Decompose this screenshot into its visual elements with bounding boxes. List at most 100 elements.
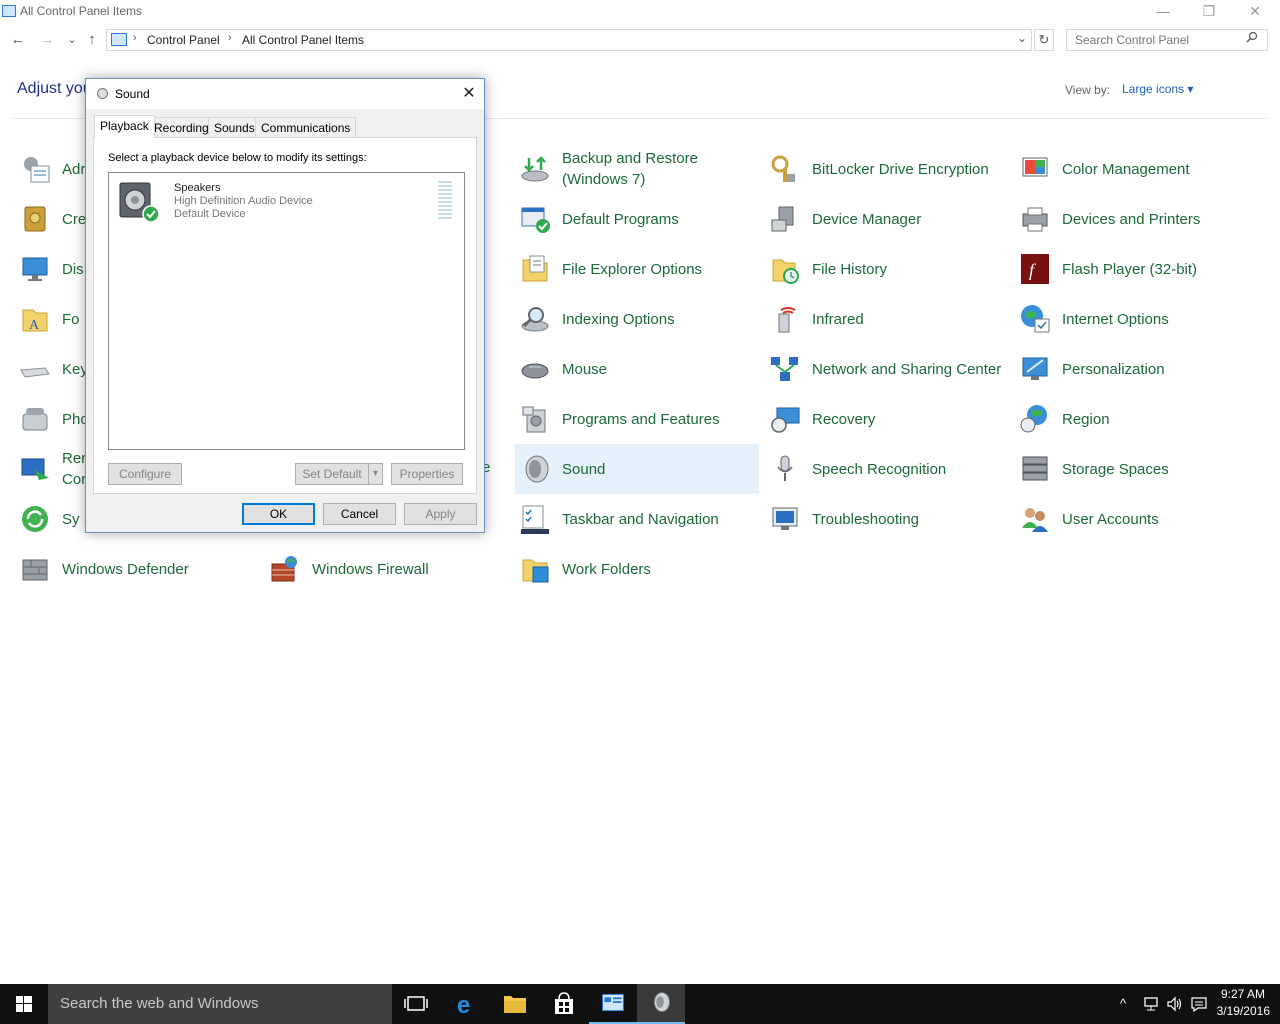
recovery-icon <box>771 407 800 433</box>
cp-item-label: File History <box>812 260 888 278</box>
cp-item-programs-features[interactable]: Programs and Features <box>515 394 759 444</box>
credential-manager-icon <box>24 206 46 232</box>
tab-playback[interactable]: Playback <box>94 115 155 138</box>
control-panel-taskbar-icon[interactable] <box>589 984 637 1024</box>
up-button[interactable]: ↑ <box>82 30 102 50</box>
cp-item-bitlocker[interactable]: BitLocker Drive Encryption <box>765 144 1009 194</box>
tab-sounds[interactable]: Sounds <box>208 117 261 137</box>
volume-level-meter <box>438 181 452 221</box>
apply-button[interactable]: Apply <box>404 503 477 525</box>
flash-player-icon: f <box>1021 254 1049 284</box>
clock-time[interactable]: 9:27 AM <box>1219 987 1265 1001</box>
dialog-close-button[interactable]: ✕ <box>456 82 482 106</box>
device-description: High Definition Audio Device <box>174 195 313 207</box>
refresh-button[interactable]: ↻ <box>1034 29 1054 51</box>
control-panel-icon <box>111 33 127 46</box>
cancel-button[interactable]: Cancel <box>323 503 396 525</box>
cp-item-taskbar-navigation[interactable]: Taskbar and Navigation <box>515 494 759 544</box>
cp-item-indexing-options[interactable]: Indexing Options <box>515 294 759 344</box>
cp-item-label: Infrared <box>812 310 864 328</box>
store-icon[interactable] <box>540 984 588 1024</box>
clock-date[interactable]: 3/19/2016 <box>1212 1004 1270 1018</box>
cp-item-network-sharing[interactable]: Network and Sharing Center <box>765 344 1009 394</box>
breadcrumb-separator[interactable]: › <box>228 32 232 44</box>
address-dropdown-icon[interactable]: ⌄ <box>1017 31 1027 45</box>
ok-button[interactable]: OK <box>242 503 315 525</box>
tab-communications[interactable]: Communications <box>255 117 357 137</box>
set-default-dropdown-icon[interactable]: ▾ <box>368 463 383 485</box>
recent-locations-button[interactable]: ⌄ <box>62 30 82 50</box>
cp-item-internet-options[interactable]: Internet Options <box>1015 294 1259 344</box>
cp-item-user-accounts[interactable]: User Accounts <box>1015 494 1259 544</box>
cp-item-infrared[interactable]: Infrared <box>765 294 1009 344</box>
sound-icon <box>97 88 108 99</box>
file-explorer-icon[interactable] <box>491 984 539 1024</box>
region-icon <box>1020 405 1047 433</box>
speakers-icon <box>119 182 160 223</box>
back-button[interactable]: ← <box>8 30 28 50</box>
cp-item-backup-restore[interactable]: Backup and Restore (Windows 7) <box>515 144 759 194</box>
devices-printers-icon <box>1022 207 1048 232</box>
infrared-icon <box>778 307 796 333</box>
sync-center-icon <box>22 506 48 532</box>
cp-item-label: Indexing Options <box>562 310 675 328</box>
start-button-windows-icon[interactable] <box>0 984 48 1024</box>
breadcrumb-control-panel[interactable]: Control Panel <box>147 33 220 47</box>
search-input[interactable] <box>1066 29 1268 51</box>
cp-item-device-manager[interactable]: Device Manager <box>765 194 1009 244</box>
cp-item-file-explorer-options[interactable]: File Explorer Options <box>515 244 759 294</box>
cp-item-default-programs[interactable]: Default Programs <box>515 194 759 244</box>
cp-item-label: Taskbar and Navigation <box>562 510 719 528</box>
cp-item-mouse[interactable]: Mouse <box>515 344 759 394</box>
cp-item-label: Devices and Printers <box>1062 210 1201 228</box>
configure-button[interactable]: Configure <box>108 463 182 485</box>
task-view-icon[interactable] <box>392 984 440 1024</box>
cp-item-windows-firewall[interactable]: Windows Firewall <box>265 544 509 594</box>
cp-item-recovery[interactable]: Recovery <box>765 394 1009 444</box>
cp-item-color-management[interactable]: Color Management <box>1015 144 1259 194</box>
edge-browser-icon[interactable]: e <box>443 984 491 1024</box>
cp-item-flash-player[interactable]: f Flash Player (32-bit) <box>1015 244 1259 294</box>
close-window-button[interactable]: ✕ <box>1232 0 1278 24</box>
search-icon[interactable] <box>1246 31 1258 43</box>
taskbar-navigation-icon <box>521 505 549 534</box>
phone-icon <box>22 408 48 431</box>
breadcrumb-all-items[interactable]: All Control Panel Items <box>242 33 364 47</box>
playback-device-list[interactable]: Speakers High Definition Audio Device De… <box>108 172 465 450</box>
cp-item-file-history[interactable]: File History <box>765 244 1009 294</box>
svg-text:e: e <box>457 992 470 1019</box>
cp-item-sound[interactable]: Sound <box>515 444 759 494</box>
list-item[interactable]: Speakers High Definition Audio Device De… <box>109 173 464 227</box>
window-title-bar: All Control Panel Items — ❐ ✕ <box>0 0 1280 24</box>
restore-button[interactable]: ❐ <box>1186 0 1232 24</box>
set-default-button[interactable]: Set Default <box>295 463 369 485</box>
cp-item-devices-printers[interactable]: Devices and Printers <box>1015 194 1259 244</box>
cp-item-label: Mouse <box>562 360 608 378</box>
cp-item-label: Flash Player (32-bit) <box>1062 260 1198 278</box>
show-hidden-icons-chevron-icon[interactable]: ^ <box>1120 996 1126 1011</box>
volume-icon[interactable] <box>1166 996 1184 1012</box>
action-center-icon[interactable] <box>1190 996 1208 1012</box>
address-bar[interactable]: › Control Panel › All Control Panel Item… <box>106 29 1032 51</box>
cp-item-label: Sound <box>562 460 606 478</box>
cp-item-label: Color Management <box>1062 160 1190 178</box>
minimize-button[interactable]: — <box>1140 0 1186 24</box>
cp-item-troubleshooting[interactable]: Troubleshooting <box>765 494 1009 544</box>
tab-recording[interactable]: Recording <box>148 117 215 137</box>
cp-item-speech-recognition[interactable]: Speech Recognition <box>765 444 1009 494</box>
taskbar-search-box[interactable]: Search the web and Windows <box>48 984 392 1024</box>
breadcrumb-separator[interactable]: › <box>133 32 137 44</box>
cp-item-windows-defender[interactable]: Windows Defender <box>15 544 259 594</box>
view-by-dropdown[interactable]: Large icons ▾ <box>1122 82 1193 96</box>
properties-button[interactable]: Properties <box>391 463 463 485</box>
cp-item-label: BitLocker Drive Encryption <box>812 160 989 178</box>
cp-item-region[interactable]: Region <box>1015 394 1259 444</box>
cp-item-work-folders[interactable]: Work Folders <box>515 544 759 594</box>
forward-button[interactable]: → <box>37 30 57 50</box>
cp-item-label: Recovery <box>812 410 876 428</box>
network-icon[interactable] <box>1142 996 1160 1012</box>
cp-item-personalization[interactable]: Personalization <box>1015 344 1259 394</box>
sound-taskbar-icon[interactable] <box>637 984 685 1024</box>
cp-item-label: Windows Firewall <box>312 560 429 578</box>
cp-item-storage-spaces[interactable]: Storage Spaces <box>1015 444 1259 494</box>
